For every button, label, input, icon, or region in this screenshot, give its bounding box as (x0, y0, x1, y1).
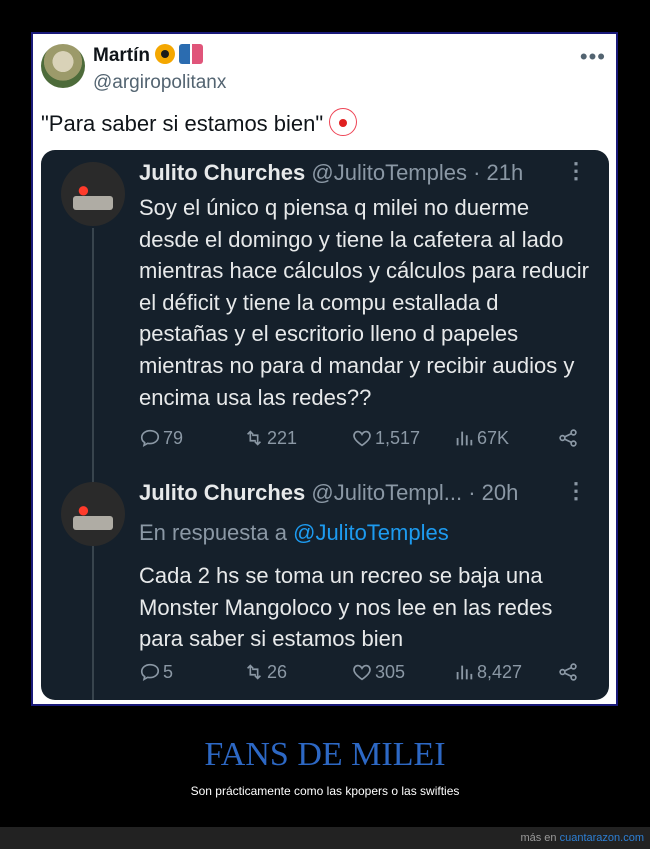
author-name[interactable]: Martín (93, 45, 150, 66)
reply-handle-link[interactable]: @JulitoTemples (293, 520, 449, 545)
reply-icon (140, 429, 160, 447)
tweet-meta[interactable]: @JulitoTemples · 21h (311, 160, 523, 185)
reply-count: 5 (163, 661, 174, 682)
retweet-count: 26 (267, 661, 288, 682)
share-button[interactable] (557, 424, 581, 452)
radioactive-icon (155, 44, 175, 64)
tweet-header: Julito Churches @JulitoTempl... · 20h (139, 480, 518, 506)
retweet-icon (246, 430, 262, 446)
share-icon (559, 429, 577, 447)
views-count: 67K (477, 427, 510, 448)
more-options-icon[interactable]: ••• (580, 44, 606, 70)
more-options-icon[interactable]: ⋮ (565, 158, 587, 184)
share-button[interactable] (557, 658, 581, 686)
post-title: FANS DE MILEI (204, 736, 446, 773)
views-icon (456, 665, 473, 680)
author-handle[interactable]: @argiropolitanx (93, 72, 226, 94)
reply-button[interactable]: 5 (139, 658, 173, 686)
retweet-icon (246, 664, 262, 680)
more-options-icon[interactable]: ⋮ (565, 478, 587, 504)
reply-button[interactable]: 79 (139, 424, 183, 452)
tweet-text: Soy el único q piensa q milei no duerme … (139, 195, 589, 410)
tweet[interactable]: Julito Churches @JulitoTempl... · 20h ⋮ … (41, 470, 609, 700)
retweet-button[interactable]: 26 (243, 658, 287, 686)
quote-tweet-frame: Martín @argiropolitanx ••• "Para saber s… (31, 32, 618, 706)
site-credit: más en cuantarazon.com (520, 832, 644, 844)
like-count: 1,517 (375, 427, 421, 448)
tweet-actions: 5 26 305 8,427 (139, 658, 589, 686)
views-count: 8,427 (477, 661, 523, 682)
retweet-button[interactable]: 221 (243, 424, 297, 452)
views-button[interactable]: 67K (453, 424, 509, 452)
reply-count: 79 (163, 427, 184, 448)
tweet-actions: 79 221 1,517 67K (139, 424, 589, 452)
share-icon (559, 663, 577, 681)
tweet[interactable]: Julito Churches @JulitoTemples · 21h ⋮ S… (41, 150, 609, 470)
avatar[interactable] (61, 482, 125, 546)
couple-icon (179, 44, 203, 64)
avatar[interactable] (41, 44, 85, 88)
reply-icon (140, 663, 160, 681)
avatar[interactable] (61, 162, 125, 226)
tweet-header: Julito Churches @JulitoTemples · 21h (139, 160, 523, 186)
quote-text-row: "Para saber si estamos bien" (41, 108, 358, 137)
like-button[interactable]: 305 (351, 658, 405, 686)
embedded-thread-card[interactable]: Julito Churches @JulitoTemples · 21h ⋮ S… (41, 150, 609, 700)
like-count: 305 (375, 661, 406, 682)
post-subtitle: Son prácticamente como las kpopers o las… (190, 784, 460, 798)
tweet-meta[interactable]: @JulitoTempl... · 20h (311, 480, 518, 505)
quote-text: "Para saber si estamos bien" (41, 111, 324, 136)
site-credit-bar: más en cuantarazon.com (0, 827, 650, 849)
reply-context: En respuesta a @JulitoTemples (139, 520, 449, 546)
retweet-count: 221 (267, 427, 298, 448)
like-button[interactable]: 1,517 (351, 424, 420, 452)
credit-prefix: más en (520, 832, 557, 844)
clown-icon (329, 108, 358, 136)
heart-icon (353, 430, 371, 447)
author-name-row[interactable]: Martín (93, 44, 203, 67)
tweet-text: Cada 2 hs se toma un recreo se baja una … (139, 563, 553, 652)
heart-icon (353, 664, 371, 681)
tweet-author-name[interactable]: Julito Churches (139, 480, 305, 505)
views-icon (456, 431, 473, 446)
tweet-author-name[interactable]: Julito Churches (139, 160, 305, 185)
site-link[interactable]: cuantarazon.com (560, 832, 644, 844)
reply-prefix: En respuesta a (139, 520, 287, 545)
views-button[interactable]: 8,427 (453, 658, 522, 686)
